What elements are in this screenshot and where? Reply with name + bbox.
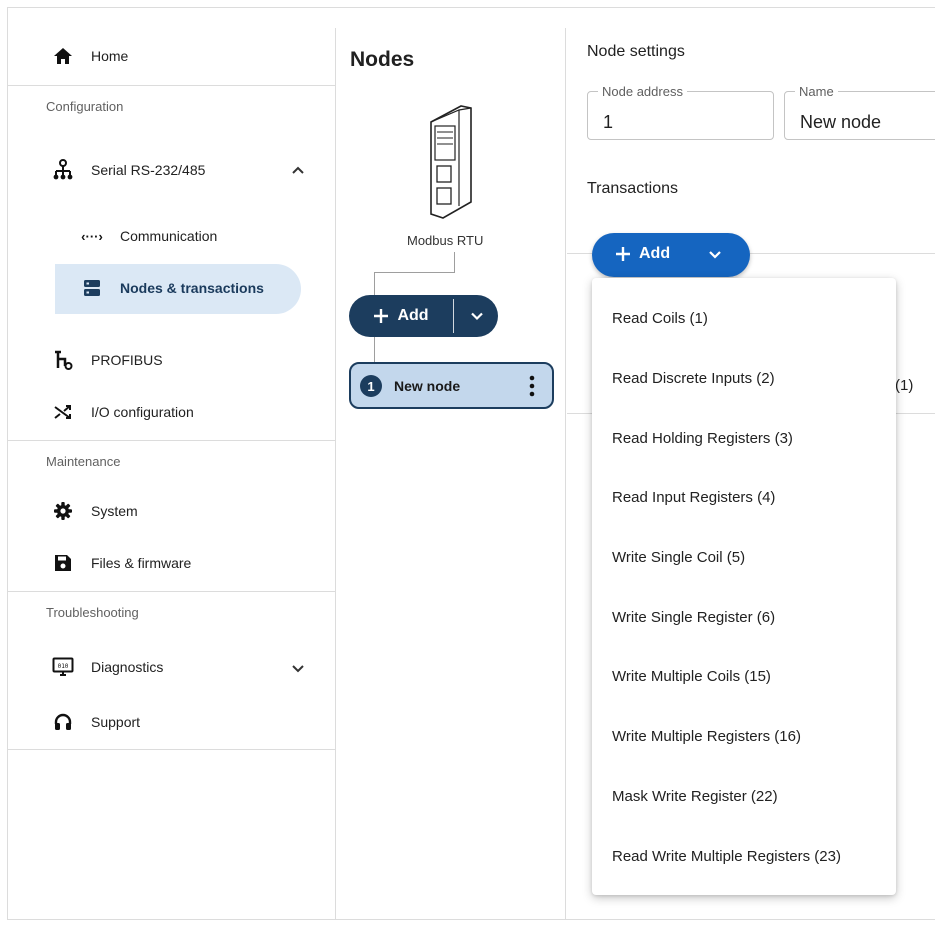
shuffle-icon — [52, 401, 74, 423]
nav-item-diagnostics[interactable]: 010 Diagnostics — [8, 647, 336, 687]
node-number-badge: 1 — [360, 375, 382, 397]
nav-item-system[interactable]: System — [8, 491, 336, 531]
frame-top-border — [7, 7, 935, 8]
nav-item-support[interactable]: Support — [8, 702, 336, 742]
tree-connector — [374, 272, 375, 295]
save-icon — [52, 552, 74, 574]
menu-item-read-write-multiple-registers[interactable]: Read Write Multiple Registers (23) — [592, 826, 896, 886]
nav-item-communication[interactable]: ‹···› Communication — [8, 216, 336, 256]
nav-item-serial[interactable]: Serial RS-232/485 — [8, 150, 336, 190]
headset-icon — [52, 711, 74, 733]
menu-item-read-input-registers[interactable]: Read Input Registers (4) — [592, 467, 896, 527]
nav-item-nodes-transactions[interactable]: Nodes & transactions — [8, 268, 336, 308]
add-transaction-button[interactable]: Add — [592, 233, 750, 277]
nav-label-home: Home — [91, 48, 129, 64]
code-arrows-icon: ‹···› — [81, 228, 103, 244]
sidebar-divider — [8, 749, 336, 750]
sidebar-divider — [8, 440, 336, 441]
nodes-title: Nodes — [350, 48, 415, 71]
add-node-dropdown-button[interactable] — [455, 295, 498, 337]
menu-item-read-discrete-inputs[interactable]: Read Discrete Inputs (2) — [592, 348, 896, 408]
nav-item-io-configuration[interactable]: I/O configuration — [8, 392, 336, 432]
plus-icon — [616, 247, 630, 261]
transaction-row-text: (1) — [895, 377, 914, 394]
node-settings-panel: Node settings Node address 1 Name New no… — [567, 28, 935, 919]
transactions-title: Transactions — [587, 180, 678, 197]
nav-label-serial: Serial RS-232/485 — [91, 162, 206, 178]
more-vert-icon[interactable] — [527, 375, 537, 397]
node-name-label: Name — [795, 84, 838, 99]
nav-label-io-configuration: I/O configuration — [91, 404, 194, 420]
menu-item-read-holding-registers[interactable]: Read Holding Registers (3) — [592, 408, 896, 468]
tree-connector — [374, 272, 455, 273]
menu-item-write-multiple-registers[interactable]: Write Multiple Registers (16) — [592, 706, 896, 766]
menu-item-write-single-coil[interactable]: Write Single Coil (5) — [592, 527, 896, 587]
node-settings-title: Node settings — [587, 43, 685, 60]
node-address-field[interactable]: Node address 1 — [587, 84, 774, 140]
section-label-troubleshooting: Troubleshooting — [46, 605, 139, 620]
node-name: New node — [394, 378, 461, 394]
section-label-configuration: Configuration — [46, 99, 124, 114]
chevron-up-icon[interactable] — [290, 162, 306, 178]
chevron-down-icon — [470, 312, 483, 321]
chevron-down-icon — [709, 251, 721, 259]
menu-item-mask-write-register[interactable]: Mask Write Register (22) — [592, 766, 896, 826]
section-label-maintenance: Maintenance — [46, 454, 121, 469]
add-transaction-main: Add — [615, 245, 670, 263]
menu-item-write-multiple-coils[interactable]: Write Multiple Coils (15) — [592, 646, 896, 706]
node-address-value: 1 — [603, 112, 614, 132]
node-name-value: New node — [800, 112, 882, 132]
tree-connector — [374, 337, 375, 364]
home-icon — [52, 45, 74, 67]
gear-icon — [52, 500, 74, 522]
nav-label-communication: Communication — [120, 228, 218, 244]
nav-label-files-firmware: Files & firmware — [91, 555, 192, 571]
monitor-icon: 010 — [52, 656, 74, 678]
modbus-device-icon[interactable] — [413, 102, 483, 222]
plus-icon — [374, 309, 389, 323]
nav-item-profibus[interactable]: PROFIBUS — [8, 340, 336, 380]
svg-text:010: 010 — [58, 663, 69, 670]
nav-label-nodes-transactions: Nodes & transactions — [120, 280, 264, 296]
nav-item-files-firmware[interactable]: Files & firmware — [8, 543, 336, 583]
node-list-item[interactable]: 1 New node — [349, 362, 554, 409]
chevron-down-icon[interactable] — [290, 661, 306, 677]
tree-connector — [454, 252, 455, 272]
menu-item-write-single-register[interactable]: Write Single Register (6) — [592, 587, 896, 647]
network-tree-icon — [52, 159, 74, 181]
node-address-label: Node address — [598, 84, 687, 99]
add-transaction-label: Add — [639, 245, 671, 262]
transaction-type-menu: Read Coils (1) Read Discrete Inputs (2) … — [592, 278, 896, 895]
profibus-icon — [52, 349, 74, 371]
add-node-button[interactable]: Add — [349, 295, 453, 337]
device-label: Modbus RTU — [407, 233, 484, 248]
nodes-panel: Nodes Modbus RTU Add 1 New node — [337, 28, 566, 919]
sidebar-divider — [8, 85, 336, 86]
nav-label-profibus: PROFIBUS — [91, 352, 163, 368]
nav-label-system: System — [91, 503, 138, 519]
sidebar-divider — [8, 591, 336, 592]
frame-bottom-border — [7, 919, 935, 920]
split-separator — [453, 299, 454, 333]
storage-icon — [81, 277, 103, 299]
nav-label-diagnostics: Diagnostics — [91, 659, 164, 675]
menu-item-read-coils[interactable]: Read Coils (1) — [592, 288, 896, 348]
nav-label-support: Support — [91, 714, 141, 730]
add-node-split-button: Add — [349, 295, 498, 337]
sidebar: Home Configuration Serial RS-232/485 ‹··… — [8, 28, 336, 919]
add-node-label: Add — [397, 307, 429, 324]
nav-item-home[interactable]: Home — [8, 36, 336, 76]
node-name-field[interactable]: Name New node — [784, 84, 935, 140]
